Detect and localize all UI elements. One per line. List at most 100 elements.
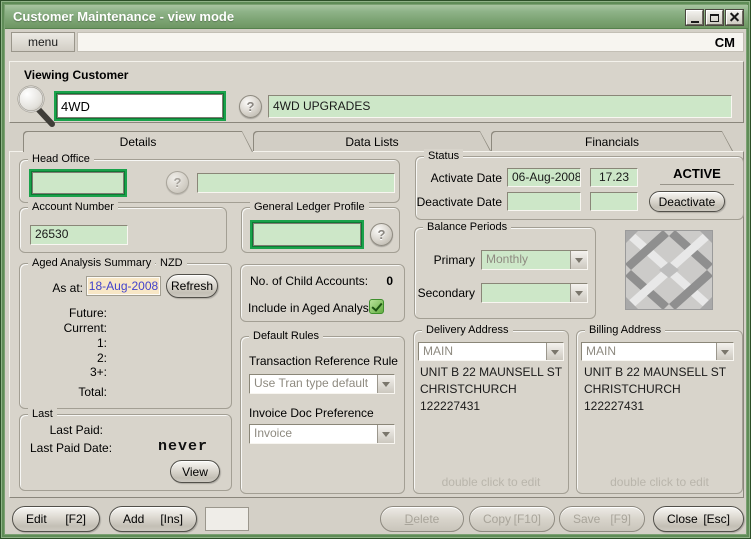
gl-profile-label: General Ledger Profile [250, 200, 369, 215]
chevron-down-icon [377, 425, 394, 443]
default-rules-label: Default Rules [249, 329, 324, 344]
last-paid-date-label: Last Paid Date: [30, 441, 113, 455]
view-button[interactable]: View [170, 460, 220, 483]
titlebar[interactable]: Customer Maintenance - view mode [5, 5, 748, 29]
billing-address-line: 122227431 [584, 399, 645, 413]
last-label: Last [28, 407, 57, 422]
as-at-label: As at: [52, 281, 83, 295]
aged-row-2: 2: [96, 351, 107, 365]
delivery-address-group[interactable]: Delivery Address MAIN UNIT B 22 MAUNSELL… [413, 323, 569, 494]
chevron-down-icon [570, 284, 587, 302]
gl-profile-group: General Ledger Profile ? [241, 200, 400, 253]
details-tab-panel: Head Office ? Account Number 26530 Gener… [9, 149, 744, 498]
delivery-address-line: CHRISTCHURCH [420, 382, 517, 396]
viewing-customer-panel: Viewing Customer ? 4WD UPGRADES [9, 61, 744, 127]
inv-doc-combo[interactable]: Invoice [249, 424, 395, 444]
gl-profile-help-button[interactable]: ? [370, 223, 393, 246]
billing-address-line: UNIT B 22 MAUNSELL ST [584, 365, 727, 379]
head-office-group: Head Office ? [19, 152, 400, 203]
tran-ref-combo[interactable]: Use Tran type default [249, 374, 395, 394]
aged-analysis-label: Aged Analysis Summary [28, 256, 156, 271]
maximize-button[interactable] [706, 10, 723, 25]
last-group: Last Last Paid: Last Paid Date: never Vi… [19, 407, 232, 491]
delivery-address-label: Delivery Address [422, 323, 513, 338]
primary-label: Primary [433, 253, 475, 267]
tab-data-lists[interactable]: Data Lists [253, 131, 491, 151]
status-label: Status [424, 149, 464, 164]
add-button[interactable]: Add [Ins] [109, 506, 197, 532]
activate-date-label: Activate Date [430, 171, 502, 185]
deactivate-time-field [590, 192, 638, 211]
aged-row-3plus: 3+: [89, 365, 107, 379]
balance-periods-label: Balance Periods [423, 220, 512, 235]
delivery-address-line: 122227431 [420, 399, 481, 413]
include-aged-label: Include in Aged Analysis [248, 301, 378, 315]
billing-address-label: Billing Address [585, 323, 666, 338]
viewing-customer-label: Viewing Customer [24, 68, 129, 82]
child-accounts-label: No. of Child Accounts: [250, 274, 369, 288]
include-aged-checkbox[interactable] [369, 299, 384, 314]
minimize-button[interactable] [686, 10, 703, 25]
last-paid-date-value: never [158, 438, 209, 455]
as-at-date-field[interactable]: 18-Aug-2008 [86, 276, 161, 296]
primary-period-combo[interactable]: Monthly [481, 250, 588, 270]
account-number-group: Account Number 26530 [19, 200, 227, 253]
head-office-help-button[interactable]: ? [166, 171, 189, 194]
quilt-logo [625, 230, 713, 310]
status-group: Status Activate Date 06-Aug-2008 17.23 D… [415, 149, 744, 220]
deactivate-date-label: Deactivate Date [416, 195, 502, 209]
customer-help-button[interactable]: ? [239, 95, 262, 118]
tab-details[interactable]: Details [23, 131, 253, 152]
activate-date-field: 06-Aug-2008 [507, 168, 581, 187]
account-number-label: Account Number [28, 200, 118, 215]
aged-analysis-group: Aged Analysis Summary NZD As at: 18-Aug-… [19, 256, 232, 409]
aged-row-total: Total: [78, 385, 107, 399]
gl-profile-field[interactable] [253, 223, 361, 246]
activate-time-field: 17.23 [590, 168, 638, 187]
billing-address-hint: double click to edit [610, 475, 709, 489]
customer-code-input[interactable] [57, 94, 223, 118]
search-icon [17, 85, 55, 127]
default-rules-group: Default Rules Transaction Reference Rule… [240, 329, 405, 494]
close-button[interactable] [726, 10, 743, 25]
aged-row-1: 1: [96, 336, 107, 350]
minimize-icon [690, 20, 699, 23]
menu-button[interactable]: menu [11, 32, 75, 52]
last-paid-label: Last Paid: [49, 423, 103, 437]
close-icon [729, 12, 740, 23]
status-badge: ACTIVE [673, 166, 721, 181]
billing-address-group[interactable]: Billing Address MAIN UNIT B 22 MAUNSELL … [576, 323, 743, 494]
secondary-label: Secondary [417, 286, 475, 300]
menu-strip: CM [77, 32, 744, 52]
chevron-down-icon [546, 343, 563, 360]
chevron-down-icon [570, 251, 587, 269]
aged-row-current: Current: [63, 321, 107, 335]
delivery-address-line: UNIT B 22 MAUNSELL ST [420, 365, 563, 379]
child-accounts-box: No. of Child Accounts: 0 Include in Aged… [240, 264, 405, 322]
gl-profile-frame [250, 220, 364, 249]
billing-address-combo[interactable]: MAIN [581, 342, 734, 361]
tab-financials[interactable]: Financials [491, 131, 733, 151]
window-title: Customer Maintenance - view mode [13, 9, 235, 24]
inv-doc-label: Invoice Doc Preference [249, 406, 374, 420]
delete-button[interactable]: Delete [380, 506, 464, 532]
customer-name-field: 4WD UPGRADES [268, 95, 732, 118]
secondary-period-combo[interactable] [481, 283, 588, 303]
copy-button[interactable]: Copy [F10] [469, 506, 555, 532]
head-office-label: Head Office [28, 152, 94, 167]
head-office-name-field [197, 173, 395, 193]
aged-row-future: Future: [68, 306, 107, 320]
customer-maintenance-window: Customer Maintenance - view mode CM menu… [0, 0, 751, 539]
refresh-button[interactable]: Refresh [166, 274, 218, 298]
edit-button[interactable]: Edit [F2] [12, 506, 100, 532]
head-office-code-field[interactable] [32, 172, 124, 194]
customer-code-frame [54, 91, 226, 121]
deactivate-button[interactable]: Deactivate [649, 191, 725, 212]
chevron-down-icon [716, 343, 733, 360]
aged-analysis-currency: NZD [156, 256, 187, 271]
save-button[interactable]: Save [F9] [559, 506, 645, 532]
delivery-address-combo[interactable]: MAIN [418, 342, 564, 361]
close-window-button[interactable]: Close [Esc] [653, 506, 744, 532]
deactivate-date-field [507, 192, 581, 211]
delivery-address-hint: double click to edit [441, 475, 541, 489]
